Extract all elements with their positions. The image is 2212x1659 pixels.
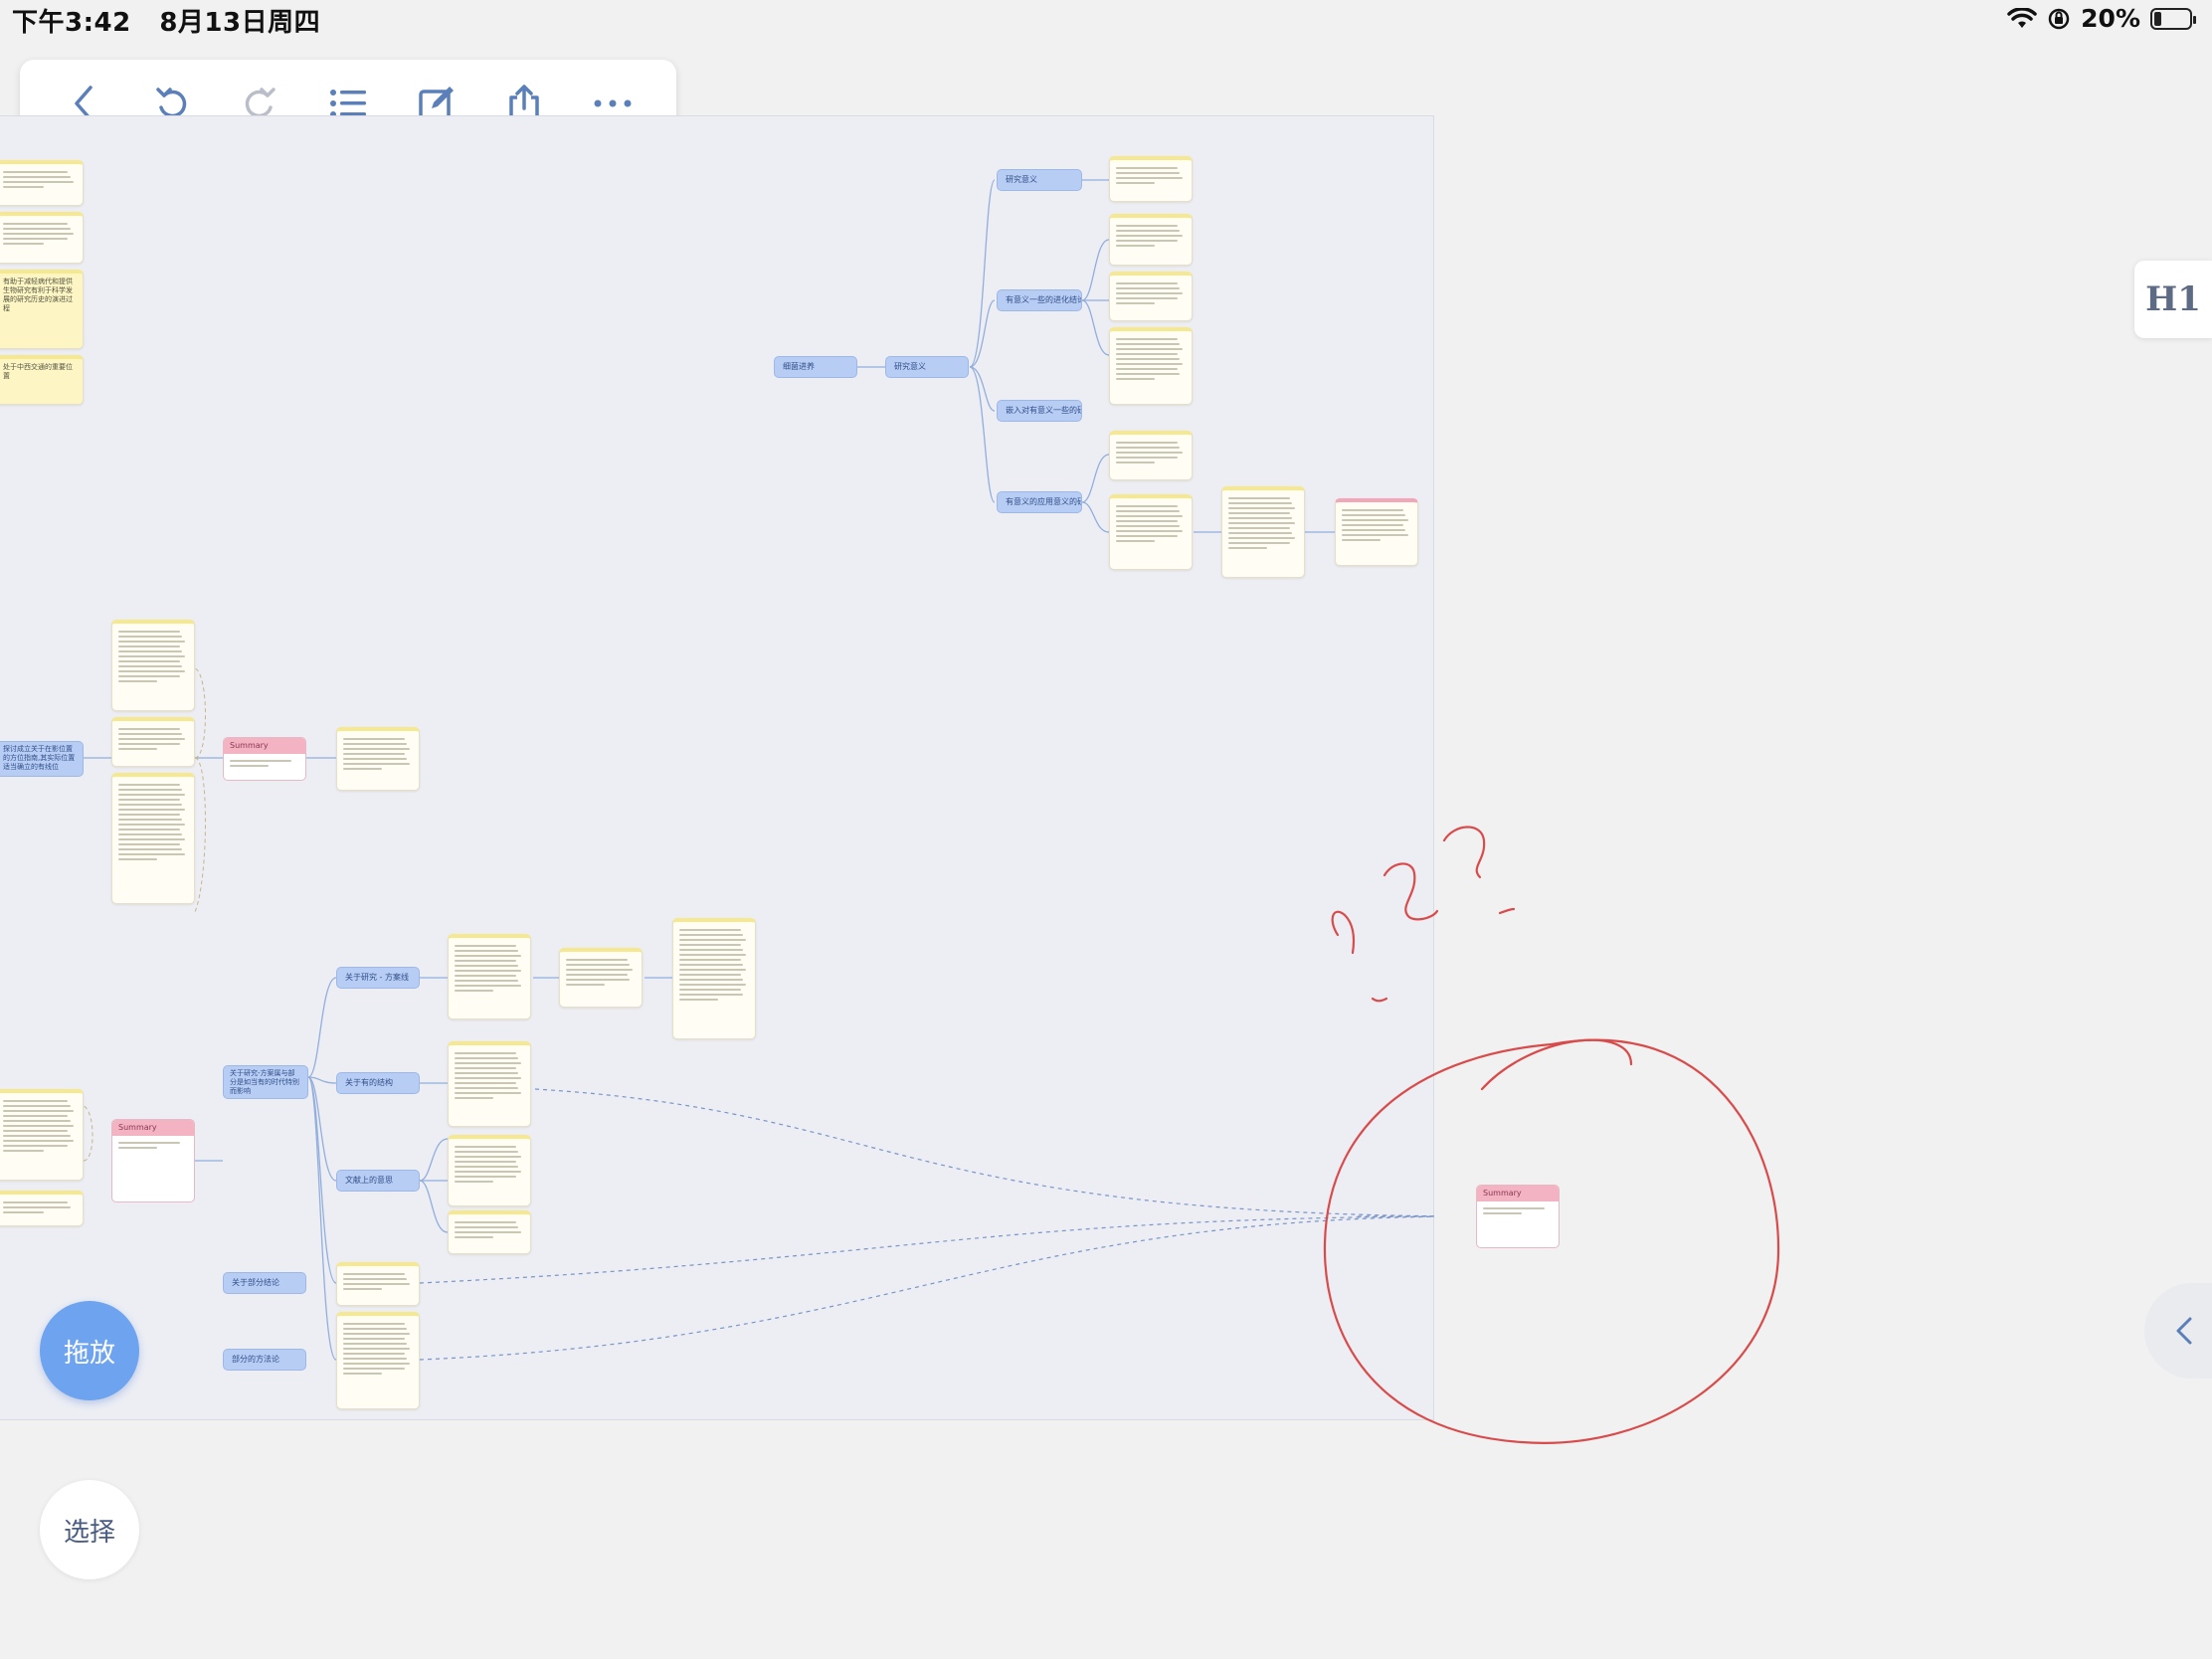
- select-label: 选择: [63, 1517, 115, 1548]
- heading-h1-button[interactable]: H1: [2134, 261, 2212, 338]
- drag-button[interactable]: 拖放: [40, 1301, 139, 1400]
- drag-label: 拖放: [63, 1338, 115, 1369]
- h1-label: H1: [2145, 279, 2201, 319]
- handwritten-annotation: [1323, 826, 1780, 1444]
- select-button[interactable]: 选择: [40, 1480, 139, 1579]
- chevron-left-icon: [2176, 1317, 2192, 1345]
